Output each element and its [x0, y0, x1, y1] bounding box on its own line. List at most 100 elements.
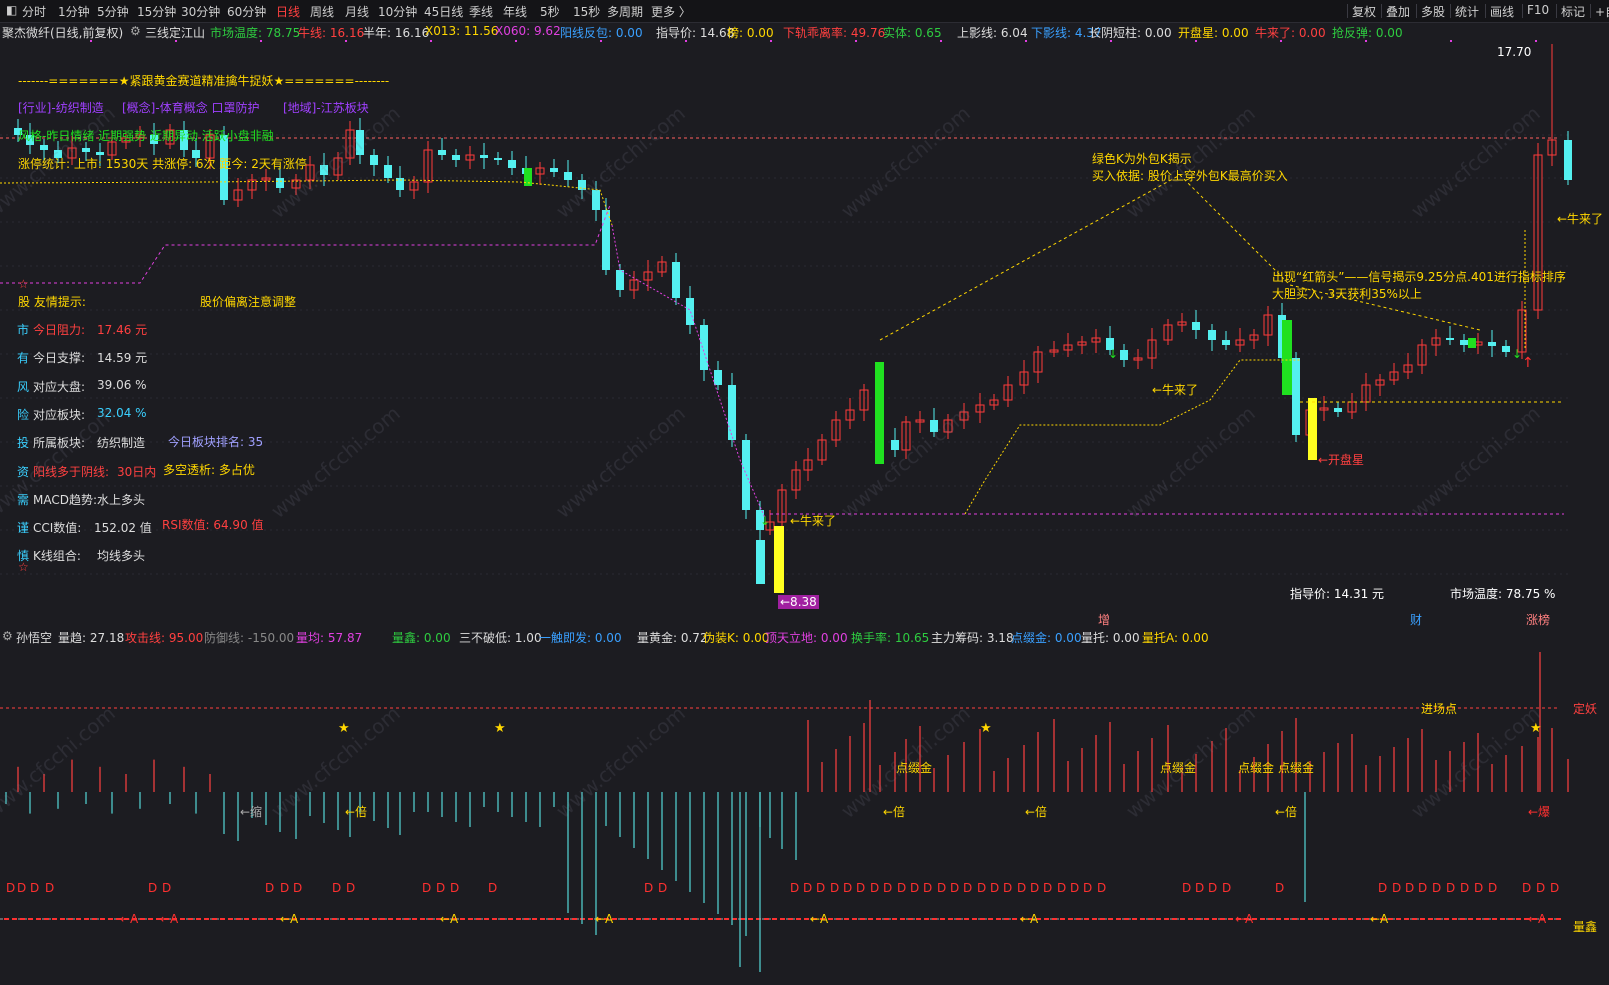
red-arrow-icon: ↑: [1522, 355, 1534, 371]
panel-toggle-icon[interactable]: ◧: [6, 3, 17, 17]
volume-tag: ←爆: [1528, 805, 1550, 819]
d-marker: D: [977, 881, 986, 895]
toolbar-right-0[interactable]: 复权: [1352, 3, 1376, 20]
info-value: 均线多头: [97, 549, 146, 564]
d-marker: D: [1057, 881, 1066, 895]
volume-sub-chart[interactable]: ★ ★ ★ ★D D D D D D D D D D D D D D D D D D D D D D D D D D D D D D D D D D D D…: [0, 646, 1609, 985]
candle-body: [276, 178, 284, 188]
sub-settings-icon[interactable]: ⚙: [2, 629, 13, 643]
d-marker: D: [950, 881, 959, 895]
sub-metric: 量均: 57.87: [296, 631, 363, 645]
bull-label-2: ←牛来了: [1152, 383, 1199, 397]
stock-title[interactable]: 聚杰微纤(日线,前复权): [2, 24, 123, 41]
d-marker: D: [1392, 881, 1401, 895]
toolbar-separator: [1590, 4, 1591, 18]
info-label: CCI数值:: [33, 521, 82, 536]
period-tab-10[interactable]: 45日线: [424, 3, 463, 20]
toolbar-right-5[interactable]: F10: [1527, 3, 1549, 17]
sub-indicator-name[interactable]: 孙悟空: [16, 629, 52, 646]
period-tab-5[interactable]: 60分钟: [227, 3, 266, 20]
candle-body: [1488, 342, 1496, 346]
toolbar-right-4[interactable]: 画线: [1490, 3, 1514, 20]
low-price-label: ←8.38: [778, 595, 819, 609]
sub-metric: 顶天立地: 0.00: [765, 631, 848, 645]
candle-body: [452, 155, 460, 160]
header-metric: 市场温度: 78.75: [210, 26, 301, 40]
period-tab-0[interactable]: 分时: [22, 3, 46, 20]
sub-metric: 一触即发: 0.00: [539, 631, 622, 645]
period-tab-15[interactable]: 多周期: [607, 3, 643, 20]
candle-body: [384, 165, 392, 178]
header-metric: 长阴短柱: 0.00: [1089, 26, 1172, 40]
indicator-name[interactable]: 三线定江山: [145, 24, 205, 41]
star-icon: ★: [494, 721, 506, 736]
liangxin-label: 量鑫: [1573, 920, 1598, 934]
period-tab-14[interactable]: 15秒: [573, 3, 600, 20]
toolbar-right-1[interactable]: 叠加: [1386, 3, 1410, 20]
d-marker: D: [1003, 881, 1012, 895]
a-marker: ←A: [1020, 912, 1039, 926]
top-marker: [1110, 40, 1112, 42]
candle-body: [1222, 340, 1230, 345]
a-marker: ←A: [1370, 912, 1389, 926]
d-marker: D: [1432, 881, 1441, 895]
d-marker: D: [1378, 881, 1387, 895]
toolbar-right-6[interactable]: 标记: [1561, 3, 1585, 20]
header-metric: 阳线反包: 0.00: [560, 26, 643, 40]
candle-body: [508, 160, 516, 168]
signal-candle-yellow: [1308, 398, 1317, 460]
toolbar-separator: [1416, 4, 1417, 18]
sub-metric: 三不破低: 1.00: [459, 631, 542, 645]
toolbar-right-2[interactable]: 多股: [1421, 3, 1445, 20]
open-star-label: ←开盘星: [1318, 453, 1365, 467]
period-tab-6[interactable]: 日线: [276, 3, 300, 20]
candle-body: [728, 385, 736, 440]
dot-gold-tag: 点缀金: [1278, 760, 1314, 775]
info-label: 今日支撑:: [33, 351, 86, 366]
header-metric: 榜: 0.00: [727, 26, 774, 40]
toolbar-separator: [1450, 4, 1451, 18]
info-label: K线组合:: [33, 549, 81, 564]
red-arrow-note-2: 大胆买入, 3天获利35%以上: [1272, 287, 1422, 301]
d-marker: D: [870, 881, 879, 895]
period-tab-4[interactable]: 30分钟: [181, 3, 220, 20]
period-tab-1[interactable]: 1分钟: [58, 3, 90, 20]
signal-candle-green: [875, 362, 884, 464]
period-tab-11[interactable]: 季线: [469, 3, 493, 20]
period-tab-12[interactable]: 年线: [503, 3, 527, 20]
period-tab-2[interactable]: 5分钟: [97, 3, 129, 20]
top-marker: [1365, 40, 1367, 42]
candle-body: [1446, 338, 1454, 340]
header-metric: 抢反弹: 0.00: [1332, 26, 1403, 40]
toolbar-separator: [1485, 4, 1486, 18]
star-icon-2: ☆: [18, 560, 29, 574]
candle-body: [700, 325, 708, 370]
toolbar-right-3[interactable]: 统计: [1455, 3, 1479, 20]
green-arrow-icon: ↓: [760, 514, 770, 528]
toolbar-right-7[interactable]: +自: [1595, 3, 1609, 20]
friendly-tip: 股 友情提示:: [18, 295, 86, 309]
sub-metric: 伪装K: 0.00: [703, 631, 770, 645]
green-arrow-icon: ↓: [1108, 347, 1118, 361]
period-tab-3[interactable]: 15分钟: [137, 3, 176, 20]
volume-tag: ←倍: [883, 804, 905, 819]
header-metric: 牛来了: 0.00: [1255, 26, 1326, 40]
settings-icon[interactable]: ⚙: [130, 24, 141, 38]
d-marker: D: [923, 881, 932, 895]
sub-metric: 量托: 0.00: [1081, 631, 1140, 645]
d-marker: D: [803, 881, 812, 895]
header-metric: 半年: 16.16: [363, 26, 430, 40]
period-tab-16[interactable]: 更多 〉: [651, 3, 691, 20]
period-tab-13[interactable]: 5秒: [540, 3, 560, 20]
period-tab-9[interactable]: 10分钟: [378, 3, 417, 20]
d-marker: D: [1017, 881, 1026, 895]
sub-metric: 防御线: -150.00: [204, 631, 295, 645]
top-marker: [90, 40, 92, 42]
signal-candle-green: [1468, 338, 1476, 348]
period-tab-7[interactable]: 周线: [310, 3, 334, 20]
a-marker: ←A: [810, 912, 829, 926]
info-value: 纺织制造: [97, 436, 146, 451]
top-marker: [855, 40, 857, 42]
d-marker: D: [1195, 881, 1204, 895]
period-tab-8[interactable]: 月线: [345, 3, 369, 20]
